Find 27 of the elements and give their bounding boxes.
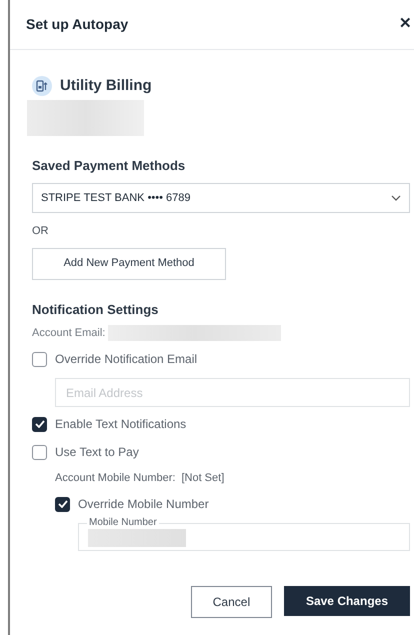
or-label: OR <box>32 224 50 239</box>
account-name: Utility Billing <box>60 76 152 96</box>
checkbox-label: Override Notification Email <box>55 351 198 368</box>
checkbox[interactable] <box>55 496 70 512</box>
account-email-label: Account Email: <box>32 326 106 341</box>
checkbox[interactable] <box>32 416 47 432</box>
section-heading: Notification Settings <box>32 300 160 319</box>
checkbox-label: Enable Text Notifications <box>55 416 186 433</box>
cancel-button[interactable]: Cancel <box>190 586 272 618</box>
close-button[interactable]: ✕ <box>399 13 412 36</box>
chevron-down-icon <box>391 195 401 201</box>
billing-icon <box>32 76 52 96</box>
section-heading: Saved Payment Methods <box>32 156 186 175</box>
checkbox[interactable] <box>32 352 47 366</box>
mobile-number-field[interactable]: Mobile Number <box>78 517 410 551</box>
checkmark-icon <box>34 420 44 428</box>
checkmark-icon <box>58 500 68 508</box>
checkbox-label: Use Text to Pay <box>55 444 139 461</box>
checkbox-label: Override Mobile Number <box>78 496 209 513</box>
email-field[interactable]: Email Address <box>55 378 410 407</box>
payment-method-select[interactable]: STRIPE TEST BANK •••• 6789 <box>32 183 410 213</box>
account-mobile-label: Account Mobile Number: <box>55 470 176 486</box>
account-mobile-value: [Not Set] <box>181 470 224 486</box>
add-payment-button[interactable]: Add New Payment Method <box>32 248 226 280</box>
save-button[interactable]: Save Changes <box>284 586 410 616</box>
dialog-title: Set up Autopay <box>26 15 128 34</box>
checkbox[interactable] <box>32 444 47 460</box>
